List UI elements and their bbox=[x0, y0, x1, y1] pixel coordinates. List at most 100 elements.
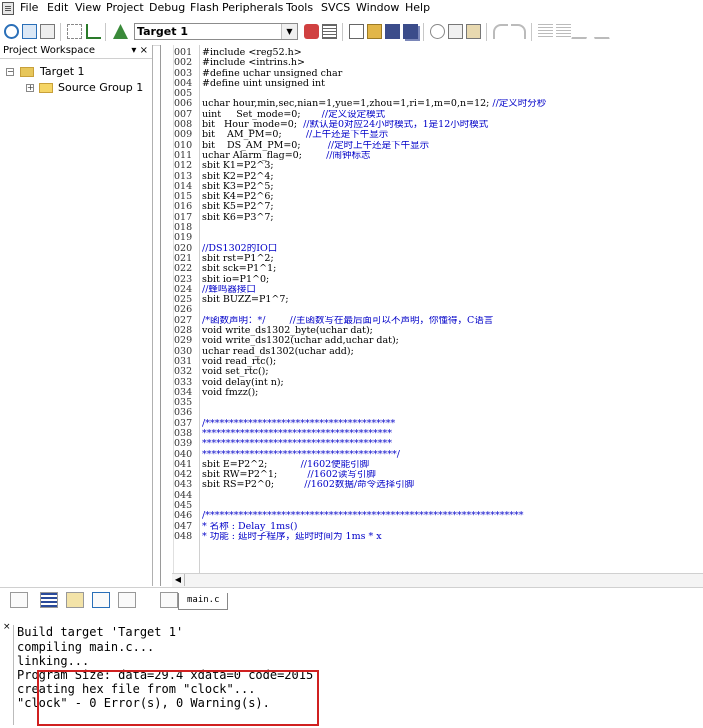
code-line[interactable]: /***************************************… bbox=[202, 419, 702, 429]
code-line[interactable]: * 功能 : 延时子程序，延时时间为 1ms * x bbox=[202, 532, 702, 542]
code-line[interactable]: //蜂鸣器接口 bbox=[202, 285, 702, 295]
code-line[interactable]: #include <reg52.h> bbox=[202, 48, 702, 58]
code-line[interactable]: #define uchar unsigned char bbox=[202, 69, 702, 79]
chevron-down-icon[interactable]: ▼ bbox=[281, 24, 297, 39]
menu-view[interactable]: View bbox=[75, 1, 101, 14]
code-line[interactable] bbox=[202, 223, 702, 233]
code-line[interactable]: ****************************************… bbox=[202, 450, 702, 460]
code-line[interactable]: sbit K6=P3^7; bbox=[202, 213, 702, 223]
rebuild-icon[interactable] bbox=[22, 24, 37, 39]
code-line[interactable]: sbit K2=P2^4; bbox=[202, 172, 702, 182]
tab-registers-icon[interactable] bbox=[118, 592, 136, 608]
scroll-left-icon[interactable]: ◀ bbox=[172, 574, 185, 586]
tab-main-c[interactable]: main.c bbox=[178, 593, 228, 610]
code-line[interactable] bbox=[202, 501, 702, 511]
code-line[interactable]: sbit RS=P2^0; //1602数据/命令选择引脚 bbox=[202, 480, 702, 490]
fold-margin bbox=[161, 45, 174, 575]
code-line[interactable]: uchar read_ds1302(uchar add); bbox=[202, 347, 702, 357]
tab-project-icon[interactable] bbox=[10, 592, 28, 608]
build-target-icon[interactable] bbox=[4, 24, 19, 39]
collapse-icon[interactable]: − bbox=[6, 68, 14, 76]
tab-functions-icon[interactable] bbox=[66, 592, 84, 608]
tab-books-icon[interactable] bbox=[40, 592, 58, 608]
code-line[interactable]: * 名称 : Delay_1ms() bbox=[202, 522, 702, 532]
code-line[interactable]: sbit K5=P2^7; bbox=[202, 202, 702, 212]
code-line[interactable]: void set_rtc(); bbox=[202, 367, 702, 377]
code-line[interactable]: sbit sck=P1^1; bbox=[202, 264, 702, 274]
wizard-icon[interactable] bbox=[113, 24, 128, 39]
line-number: 003 bbox=[174, 68, 193, 79]
manage-components-icon[interactable] bbox=[304, 24, 319, 39]
code-line[interactable]: uint Set_mode=0; //定义设定模式 bbox=[202, 110, 702, 120]
code-line[interactable]: void read_rtc(); bbox=[202, 357, 702, 367]
code-line[interactable]: bit DS_AM_PM=0; //定时上午还是下午显示 bbox=[202, 141, 702, 151]
code-line[interactable]: sbit K3=P2^5; bbox=[202, 182, 702, 192]
code-line[interactable]: void write_ds1302(uchar add,uchar dat); bbox=[202, 336, 702, 346]
code-line[interactable]: /***************************************… bbox=[202, 511, 702, 521]
code-line[interactable] bbox=[202, 398, 702, 408]
menu-window[interactable]: Window bbox=[356, 1, 399, 14]
unindent-icon[interactable] bbox=[556, 24, 571, 39]
code-line[interactable]: sbit K4=P2^6; bbox=[202, 192, 702, 202]
code-line[interactable] bbox=[202, 305, 702, 315]
code-line[interactable]: sbit io=P1^0; bbox=[202, 275, 702, 285]
menu-edit[interactable]: Edit bbox=[47, 1, 68, 14]
code-line[interactable]: #include <intrins.h> bbox=[202, 58, 702, 68]
translate-icon[interactable] bbox=[67, 24, 82, 39]
code-line[interactable]: sbit E=P2^2; //1602使能引脚 bbox=[202, 460, 702, 470]
code-line[interactable]: uchar hour,min,sec,nian=1,yue=1,zhou=1,r… bbox=[202, 99, 702, 109]
tree-item-target[interactable]: Target 1 bbox=[40, 65, 85, 78]
indent-icon[interactable] bbox=[538, 24, 553, 39]
code-line[interactable]: #define uint unsigned int bbox=[202, 79, 702, 89]
file-extensions-icon[interactable] bbox=[322, 24, 337, 39]
code-line[interactable]: void write_ds1302_byte(uchar dat); bbox=[202, 326, 702, 336]
target-options-icon[interactable] bbox=[86, 24, 101, 39]
menu-flash[interactable]: Flash bbox=[190, 1, 219, 14]
code-line[interactable]: //DS1302的IO口 bbox=[202, 244, 702, 254]
tree-item-source-group[interactable]: Source Group 1 bbox=[58, 81, 143, 94]
code-line[interactable] bbox=[202, 233, 702, 243]
undo-icon[interactable] bbox=[493, 24, 508, 39]
code-editor[interactable]: 001 002 003 004 005 006 007 008 009 010 011 012 013 0… bbox=[160, 45, 703, 586]
menu-file[interactable]: File bbox=[20, 1, 38, 14]
code-line[interactable]: sbit rst=P1^2; bbox=[202, 254, 702, 264]
code-line[interactable]: bit Hour_mode=0; //默认是0对应24小时模式，1是12小时模式 bbox=[202, 120, 702, 130]
code-text[interactable]: #include <reg52.h> #include <intrins.h> #d… bbox=[202, 48, 702, 542]
code-line[interactable]: sbit BUZZ=P1^7; bbox=[202, 295, 702, 305]
menu-peripherals[interactable]: Peripherals bbox=[222, 1, 283, 14]
code-line[interactable]: **************************************** bbox=[202, 429, 702, 439]
cut-icon[interactable] bbox=[430, 24, 445, 39]
redo-icon[interactable] bbox=[511, 24, 526, 39]
paste-icon[interactable] bbox=[466, 24, 481, 39]
panel-pin-close-icon[interactable]: ▾ × bbox=[131, 45, 148, 56]
code-line[interactable]: sbit RW=P2^1; //1602读写引脚 bbox=[202, 470, 702, 480]
code-line[interactable] bbox=[202, 491, 702, 501]
menu-svcs[interactable]: SVCS bbox=[321, 1, 350, 14]
save-all-icon[interactable] bbox=[403, 24, 418, 39]
new-file-icon[interactable] bbox=[349, 24, 364, 39]
copy-icon[interactable] bbox=[448, 24, 463, 39]
expand-icon[interactable]: + bbox=[26, 84, 34, 92]
code-line[interactable]: uchar Alarm_flag=0; //闹钟标志 bbox=[202, 151, 702, 161]
code-line[interactable]: bit AM_PM=0; //上午还是下午显示 bbox=[202, 130, 702, 140]
code-line[interactable]: sbit K1=P2^3; bbox=[202, 161, 702, 171]
target-select[interactable]: Target 1 ▼ bbox=[134, 23, 298, 40]
open-folder-icon[interactable] bbox=[367, 24, 382, 39]
menu-debug[interactable]: Debug bbox=[149, 1, 185, 14]
code-line[interactable] bbox=[202, 89, 702, 99]
uncomment-icon[interactable] bbox=[589, 24, 610, 39]
batch-build-icon[interactable] bbox=[40, 24, 55, 39]
horizontal-scrollbar[interactable]: ◀ bbox=[172, 573, 703, 587]
code-line[interactable]: void delay(int n); bbox=[202, 378, 702, 388]
menu-project[interactable]: Project bbox=[106, 1, 144, 14]
tab-templates-icon[interactable] bbox=[92, 592, 110, 608]
code-line[interactable]: void fmzz(); bbox=[202, 388, 702, 398]
comment-icon[interactable] bbox=[571, 24, 592, 39]
code-line[interactable]: **************************************** bbox=[202, 439, 702, 449]
menu-help[interactable]: Help bbox=[405, 1, 430, 14]
code-line[interactable] bbox=[202, 408, 702, 418]
close-icon[interactable]: × bbox=[3, 622, 11, 632]
code-line[interactable]: /*函数声明：*/ //主函数写在最后面可以不声明，你懂得，C语言 bbox=[202, 316, 702, 326]
menu-tools[interactable]: Tools bbox=[286, 1, 313, 14]
save-icon[interactable] bbox=[385, 24, 400, 39]
